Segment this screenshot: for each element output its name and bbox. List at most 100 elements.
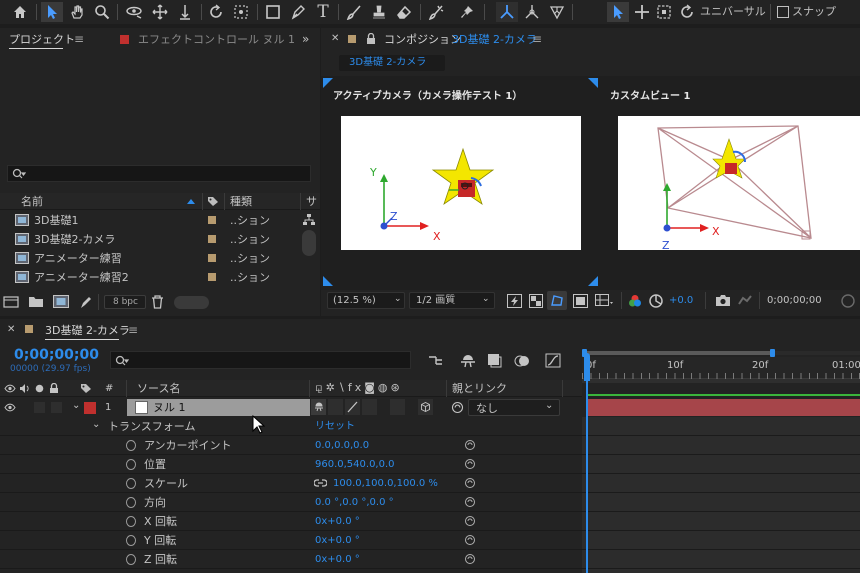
current-time-display[interactable]: 0;00;00;00 xyxy=(767,296,822,306)
roto-brush-tool-icon[interactable] xyxy=(425,2,447,22)
region-of-interest-icon[interactable] xyxy=(573,294,588,308)
snap-checkbox[interactable] xyxy=(777,6,789,18)
move-tool-icon[interactable] xyxy=(631,2,653,22)
world-axis-mode-icon[interactable] xyxy=(521,2,543,22)
active-camera-view[interactable]: Y Z X xyxy=(341,116,581,250)
panel-menu-icon[interactable]: ≡ xyxy=(532,33,542,45)
motion-blur-icon[interactable] xyxy=(514,353,530,368)
solo-icon[interactable] xyxy=(35,384,44,393)
puppet-pin-tool-icon[interactable] xyxy=(456,2,478,22)
selection-tool-icon[interactable] xyxy=(41,2,63,22)
layer-visibility-icon[interactable] xyxy=(4,403,16,412)
constrain-proportions-icon[interactable] xyxy=(314,479,327,487)
pickwhip-icon[interactable] xyxy=(451,401,464,414)
layer-duration-bar[interactable] xyxy=(587,399,860,416)
zoom-dropdown[interactable]: (12.5 %) ⌄ xyxy=(327,292,405,309)
column-extra[interactable]: サ xyxy=(306,196,317,207)
stopwatch-icon[interactable] xyxy=(126,516,136,527)
mask-visibility-toggle[interactable] xyxy=(547,291,567,310)
project-scrollbar[interactable] xyxy=(302,230,316,256)
resolution-dropdown[interactable]: 1/2 画質 ⌄ xyxy=(409,292,495,309)
tab-project[interactable]: プロジェクト xyxy=(9,34,75,45)
pickwhip-icon[interactable] xyxy=(464,439,476,451)
render-queue-icon[interactable] xyxy=(79,295,93,309)
shy-layers-icon[interactable] xyxy=(460,353,476,368)
label-tag-icon[interactable] xyxy=(80,383,92,394)
channel-rgb-icon[interactable] xyxy=(628,294,642,308)
parent-dropdown[interactable]: なし ⌄ xyxy=(468,399,560,416)
3d-layer-switch[interactable] xyxy=(418,399,433,415)
sort-ascending-icon[interactable] xyxy=(186,198,196,205)
rectangle-tool-icon[interactable] xyxy=(262,2,284,22)
frame-blending-icon[interactable] xyxy=(487,353,502,368)
graph-editor-icon[interactable] xyxy=(545,352,562,369)
local-axis-mode-icon[interactable] xyxy=(496,2,518,22)
list-item[interactable]: アニメーター練習2 ..ション xyxy=(0,268,300,287)
reset-exposure-icon[interactable] xyxy=(649,294,663,308)
stopwatch-icon[interactable] xyxy=(126,478,136,489)
new-composition-icon[interactable] xyxy=(53,295,69,308)
pickwhip-icon[interactable] xyxy=(464,534,476,546)
pickwhip-icon[interactable] xyxy=(464,553,476,565)
label-tag-icon[interactable] xyxy=(207,196,219,207)
audio-icon[interactable] xyxy=(19,383,30,394)
time-graph[interactable]: 0f 10f 20f 01:00 xyxy=(582,345,860,573)
type-tool-icon[interactable]: T xyxy=(312,2,334,22)
dolly-camera-tool-icon[interactable] xyxy=(174,2,196,22)
property-row-z-rotation[interactable]: Z 回転 0x+0.0 ° xyxy=(0,550,582,569)
panel-menu-icon[interactable]: ≡ xyxy=(128,324,138,336)
quality-switch[interactable] xyxy=(345,399,360,415)
transform-group-row[interactable]: ⌄ トランスフォーム リセット xyxy=(0,417,582,436)
property-row-x-rotation[interactable]: X 回転 0x+0.0 ° xyxy=(0,512,582,531)
playhead-head[interactable] xyxy=(584,353,590,381)
close-tab-icon[interactable]: ✕ xyxy=(7,325,15,335)
null-layer-gizmo[interactable] xyxy=(725,163,737,174)
clone-stamp-tool-icon[interactable] xyxy=(368,2,390,22)
lock-icon[interactable] xyxy=(49,383,59,394)
pickwhip-icon[interactable] xyxy=(464,496,476,508)
expand-chevron-icon[interactable]: ⌄ xyxy=(92,420,100,430)
lock-icon[interactable] xyxy=(366,33,376,45)
property-row-scale[interactable]: スケール 100.0,100.0,100.0 % xyxy=(0,474,582,493)
effect-switch[interactable] xyxy=(362,399,377,415)
collapse-switch[interactable] xyxy=(328,399,343,415)
adjustment-switch[interactable] xyxy=(390,399,405,415)
time-ruler[interactable]: 0f 10f 20f 01:00 xyxy=(582,357,860,379)
transparency-grid-icon[interactable] xyxy=(529,294,543,308)
color-label-swatch[interactable] xyxy=(208,216,216,224)
guides-grid-icon[interactable] xyxy=(595,294,613,308)
property-row-position[interactable]: 位置 960.0,540.0,0.0 xyxy=(0,455,582,474)
layer-row[interactable]: ⌄ 1 ヌル 1 なし ⌄ xyxy=(0,398,582,417)
horizontal-scrollbar[interactable] xyxy=(174,296,209,309)
bit-depth-button[interactable]: 8 bpc xyxy=(104,295,146,309)
show-snapshot-icon[interactable] xyxy=(737,294,753,308)
snapshot-camera-icon[interactable] xyxy=(715,294,731,307)
zoom-tool-icon[interactable] xyxy=(91,2,113,22)
list-item[interactable]: 3D基礎1 ..ション xyxy=(0,211,300,230)
pen-tool-icon[interactable] xyxy=(287,2,309,22)
pickwhip-icon[interactable] xyxy=(464,477,476,489)
work-area-range[interactable] xyxy=(585,351,774,355)
breadcrumb[interactable]: 3D基礎 2-カメラ xyxy=(339,55,445,71)
flowchart-icon[interactable] xyxy=(303,214,315,226)
trash-icon[interactable] xyxy=(151,295,164,309)
custom-view[interactable]: Z X xyxy=(618,116,860,251)
rotate-tool-icon[interactable] xyxy=(205,2,227,22)
anchor-point-tool-icon[interactable] xyxy=(230,2,252,22)
column-parent-link[interactable]: 親とリンク xyxy=(452,383,507,394)
stopwatch-icon[interactable] xyxy=(126,459,136,470)
stopwatch-icon[interactable] xyxy=(126,535,136,546)
rotate-tool-alt-icon[interactable] xyxy=(676,2,698,22)
stopwatch-icon[interactable] xyxy=(126,497,136,508)
property-row-orientation[interactable]: 方向 0.0 °,0.0 °,0.0 ° xyxy=(0,493,582,512)
tab-composition-prefix[interactable]: コンポジション xyxy=(384,34,461,45)
property-row-anchor-point[interactable]: アンカーポイント 0.0,0.0,0.0 xyxy=(0,436,582,455)
comp-flowchart-icon[interactable] xyxy=(428,354,444,367)
solo-toggle[interactable] xyxy=(34,402,45,413)
close-tab-icon[interactable]: ✕ xyxy=(331,34,339,44)
column-name[interactable]: 名前 xyxy=(21,196,43,207)
tab-composition-name[interactable]: 3D基礎 2-カメラ xyxy=(452,34,537,45)
reset-transform-button[interactable]: リセット xyxy=(315,422,355,432)
collapse-chevron-icon[interactable]: ⌄ xyxy=(72,401,80,411)
hand-tool-icon[interactable] xyxy=(66,2,88,22)
